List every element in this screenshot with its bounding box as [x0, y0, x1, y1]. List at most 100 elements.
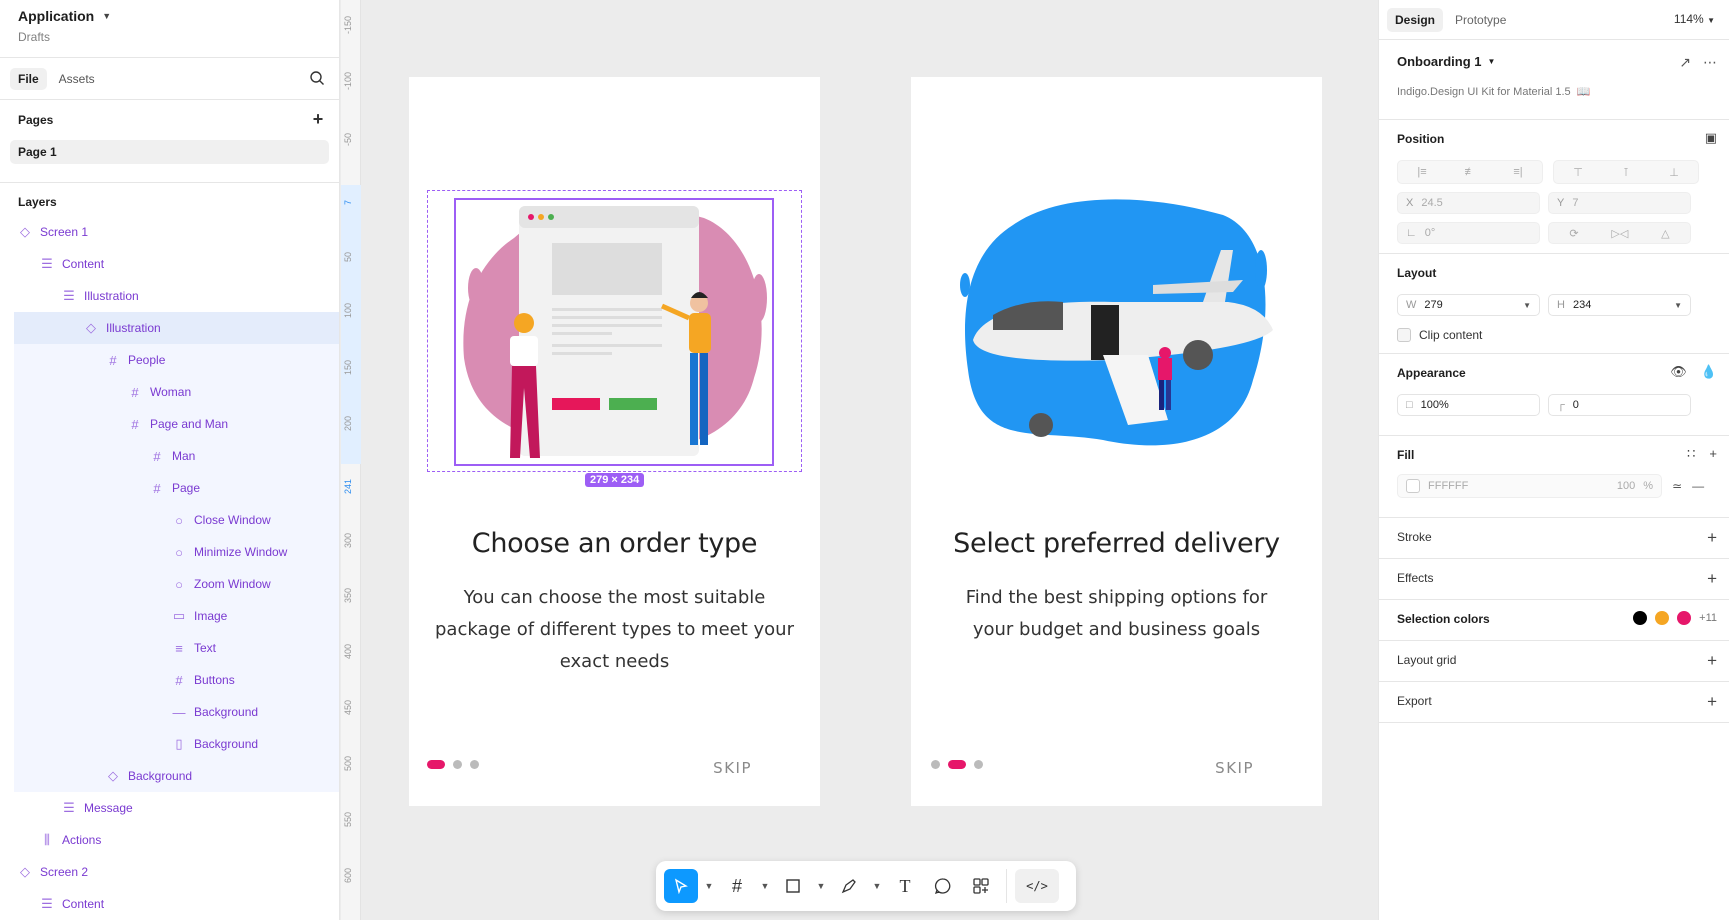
move-tool-icon[interactable] — [664, 869, 698, 903]
align-center-h-icon[interactable]: ≢ — [1446, 161, 1494, 183]
chevron-down-icon[interactable]: ▼ — [814, 869, 828, 903]
component-name[interactable]: Onboarding 1 ▼ — [1397, 54, 1711, 69]
layer-item[interactable]: ▯ Background — [14, 728, 339, 760]
chevron-down-icon[interactable]: ▼ — [1674, 301, 1682, 310]
chevron-down-icon[interactable]: ▼ — [870, 869, 884, 903]
add-export-icon[interactable]: + — [1707, 692, 1717, 712]
layer-item[interactable]: # Page — [14, 472, 339, 504]
layer-item[interactable]: ☰ Content — [0, 888, 339, 920]
layer-item[interactable]: ○ Close Window — [14, 504, 339, 536]
corner-radius-field[interactable]: ┌ 0 — [1548, 394, 1691, 416]
constraints-icon[interactable]: ▣ — [1705, 130, 1717, 146]
color-swatch[interactable] — [1655, 611, 1670, 625]
fill-swatch[interactable] — [1406, 479, 1420, 493]
fill-field[interactable]: FFFFFF 100 % — [1397, 474, 1662, 498]
flip-horizontal-icon[interactable]: ▷◁ — [1611, 227, 1628, 240]
more-icon[interactable]: ⋯ — [1703, 54, 1717, 71]
align-top-icon[interactable]: ⊤ — [1554, 161, 1602, 183]
pagination-dot[interactable] — [453, 760, 462, 769]
chevron-down-icon[interactable]: ▼ — [1523, 301, 1531, 310]
align-left-icon[interactable]: |≡ — [1398, 161, 1446, 183]
project-name[interactable]: Drafts — [18, 30, 321, 44]
blend-mode-icon[interactable]: 💧 — [1701, 364, 1717, 380]
chevron-down-icon[interactable]: ▼ — [758, 869, 772, 903]
pagination-dot[interactable] — [427, 760, 445, 769]
clip-content-checkbox[interactable] — [1397, 328, 1411, 342]
color-swatch[interactable] — [1677, 611, 1692, 625]
zoom-level[interactable]: 114% ▼ — [1674, 12, 1715, 26]
y-field[interactable]: Y7 — [1548, 192, 1691, 214]
layer-item[interactable]: ⫼ Actions — [0, 824, 339, 856]
layer-item[interactable]: # Buttons — [14, 664, 339, 696]
align-middle-icon[interactable]: ⊺ — [1602, 161, 1650, 183]
opacity-field[interactable]: □ 100% — [1397, 394, 1540, 416]
page-item[interactable]: Page 1 — [10, 140, 329, 164]
layer-item[interactable]: # Man — [14, 440, 339, 472]
frame-tool-icon[interactable]: # — [720, 869, 754, 903]
color-swatch[interactable] — [1633, 611, 1648, 625]
styles-icon[interactable]: ∷ — [1687, 446, 1695, 462]
layer-item[interactable]: ◇ Screen 2 — [0, 856, 339, 888]
skip-button[interactable]: SKIP — [713, 759, 752, 777]
rotation-field[interactable]: ∟ 0° — [1397, 222, 1540, 244]
align-bottom-icon[interactable]: ⊥ — [1650, 161, 1698, 183]
layer-item[interactable]: ◇ Background — [14, 760, 339, 792]
layer-item[interactable]: ☰ Message — [0, 792, 339, 824]
more-colors-count[interactable]: +11 — [1699, 612, 1717, 624]
eye-icon[interactable]: 👁 — [1670, 364, 1687, 380]
search-icon[interactable] — [309, 70, 325, 86]
plane-illustration[interactable] — [953, 190, 1273, 457]
add-page-button[interactable]: + — [309, 109, 327, 129]
detach-instance-icon[interactable]: ↗ — [1679, 54, 1691, 71]
text-tool-icon[interactable]: T — [888, 869, 922, 903]
pagination-dot[interactable] — [948, 760, 966, 769]
comment-tool-icon[interactable] — [926, 869, 960, 903]
tab-assets[interactable]: Assets — [51, 68, 103, 90]
onboarding-frame-1[interactable]: 279 × 234 Choose an order type You can c… — [409, 77, 820, 806]
add-layout-grid-icon[interactable]: + — [1707, 651, 1717, 671]
pagination-dot[interactable] — [974, 760, 983, 769]
layer-item[interactable]: # Page and Man — [14, 408, 339, 440]
pagination-dot[interactable] — [931, 760, 940, 769]
align-right-icon[interactable]: ≡| — [1494, 161, 1542, 183]
pagination-dot[interactable] — [470, 760, 479, 769]
skip-button[interactable]: SKIP — [1215, 759, 1254, 777]
tab-prototype[interactable]: Prototype — [1447, 8, 1514, 32]
chevron-down-icon[interactable]: ▼ — [702, 869, 716, 903]
autolayout-h-icon: ⫼ — [44, 832, 50, 847]
remove-fill-icon[interactable]: — — [1692, 479, 1704, 493]
layer-item[interactable]: ○ Minimize Window — [14, 536, 339, 568]
layer-item[interactable]: ☰ Illustration — [0, 280, 339, 312]
library-name[interactable]: Indigo.Design UI Kit for Material 1.5 📖 — [1397, 85, 1711, 99]
add-stroke-icon[interactable]: + — [1707, 528, 1717, 548]
layer-item[interactable]: ▭ Image — [14, 600, 339, 632]
layer-item[interactable]: ◇ Screen 1 — [0, 216, 339, 248]
chevron-down-icon[interactable]: ▼ — [102, 11, 111, 21]
flip-vertical-icon[interactable]: △ — [1661, 227, 1669, 240]
file-title[interactable]: Application ▼ — [18, 8, 321, 24]
layer-item[interactable]: ☰ Content — [0, 248, 339, 280]
layer-item[interactable]: ○ Zoom Window — [14, 568, 339, 600]
shape-tool-icon[interactable] — [776, 869, 810, 903]
file-name[interactable]: Application — [18, 8, 94, 24]
layer-item[interactable]: ≡ Text — [14, 632, 339, 664]
width-field[interactable]: W 279 ▼ — [1397, 294, 1540, 316]
tab-design[interactable]: Design — [1387, 7, 1444, 32]
layer-item[interactable]: ◇ Illustration — [14, 312, 339, 344]
height-field[interactable]: H 234 ▼ — [1548, 294, 1691, 316]
x-field[interactable]: X 24.5 — [1397, 192, 1540, 214]
layer-item[interactable]: — Background — [14, 696, 339, 728]
transform-controls: ⟳ ▷◁ △ — [1548, 222, 1691, 244]
layer-item[interactable]: # People — [14, 344, 339, 376]
ruler-tick: -50 — [343, 132, 353, 146]
add-effect-icon[interactable]: + — [1707, 569, 1717, 589]
pen-tool-icon[interactable] — [832, 869, 866, 903]
add-fill-icon[interactable]: + — [1709, 446, 1717, 462]
tab-file[interactable]: File — [10, 67, 47, 90]
actions-tool-icon[interactable] — [964, 869, 998, 903]
hide-fill-icon[interactable]: ≃ — [1672, 479, 1682, 493]
layer-item[interactable]: # Woman — [14, 376, 339, 408]
rotate-icon[interactable]: ⟳ — [1569, 227, 1578, 240]
onboarding-frame-2[interactable]: Select preferred delivery Find the best … — [911, 77, 1322, 806]
dev-mode-icon[interactable]: </> — [1015, 869, 1059, 903]
